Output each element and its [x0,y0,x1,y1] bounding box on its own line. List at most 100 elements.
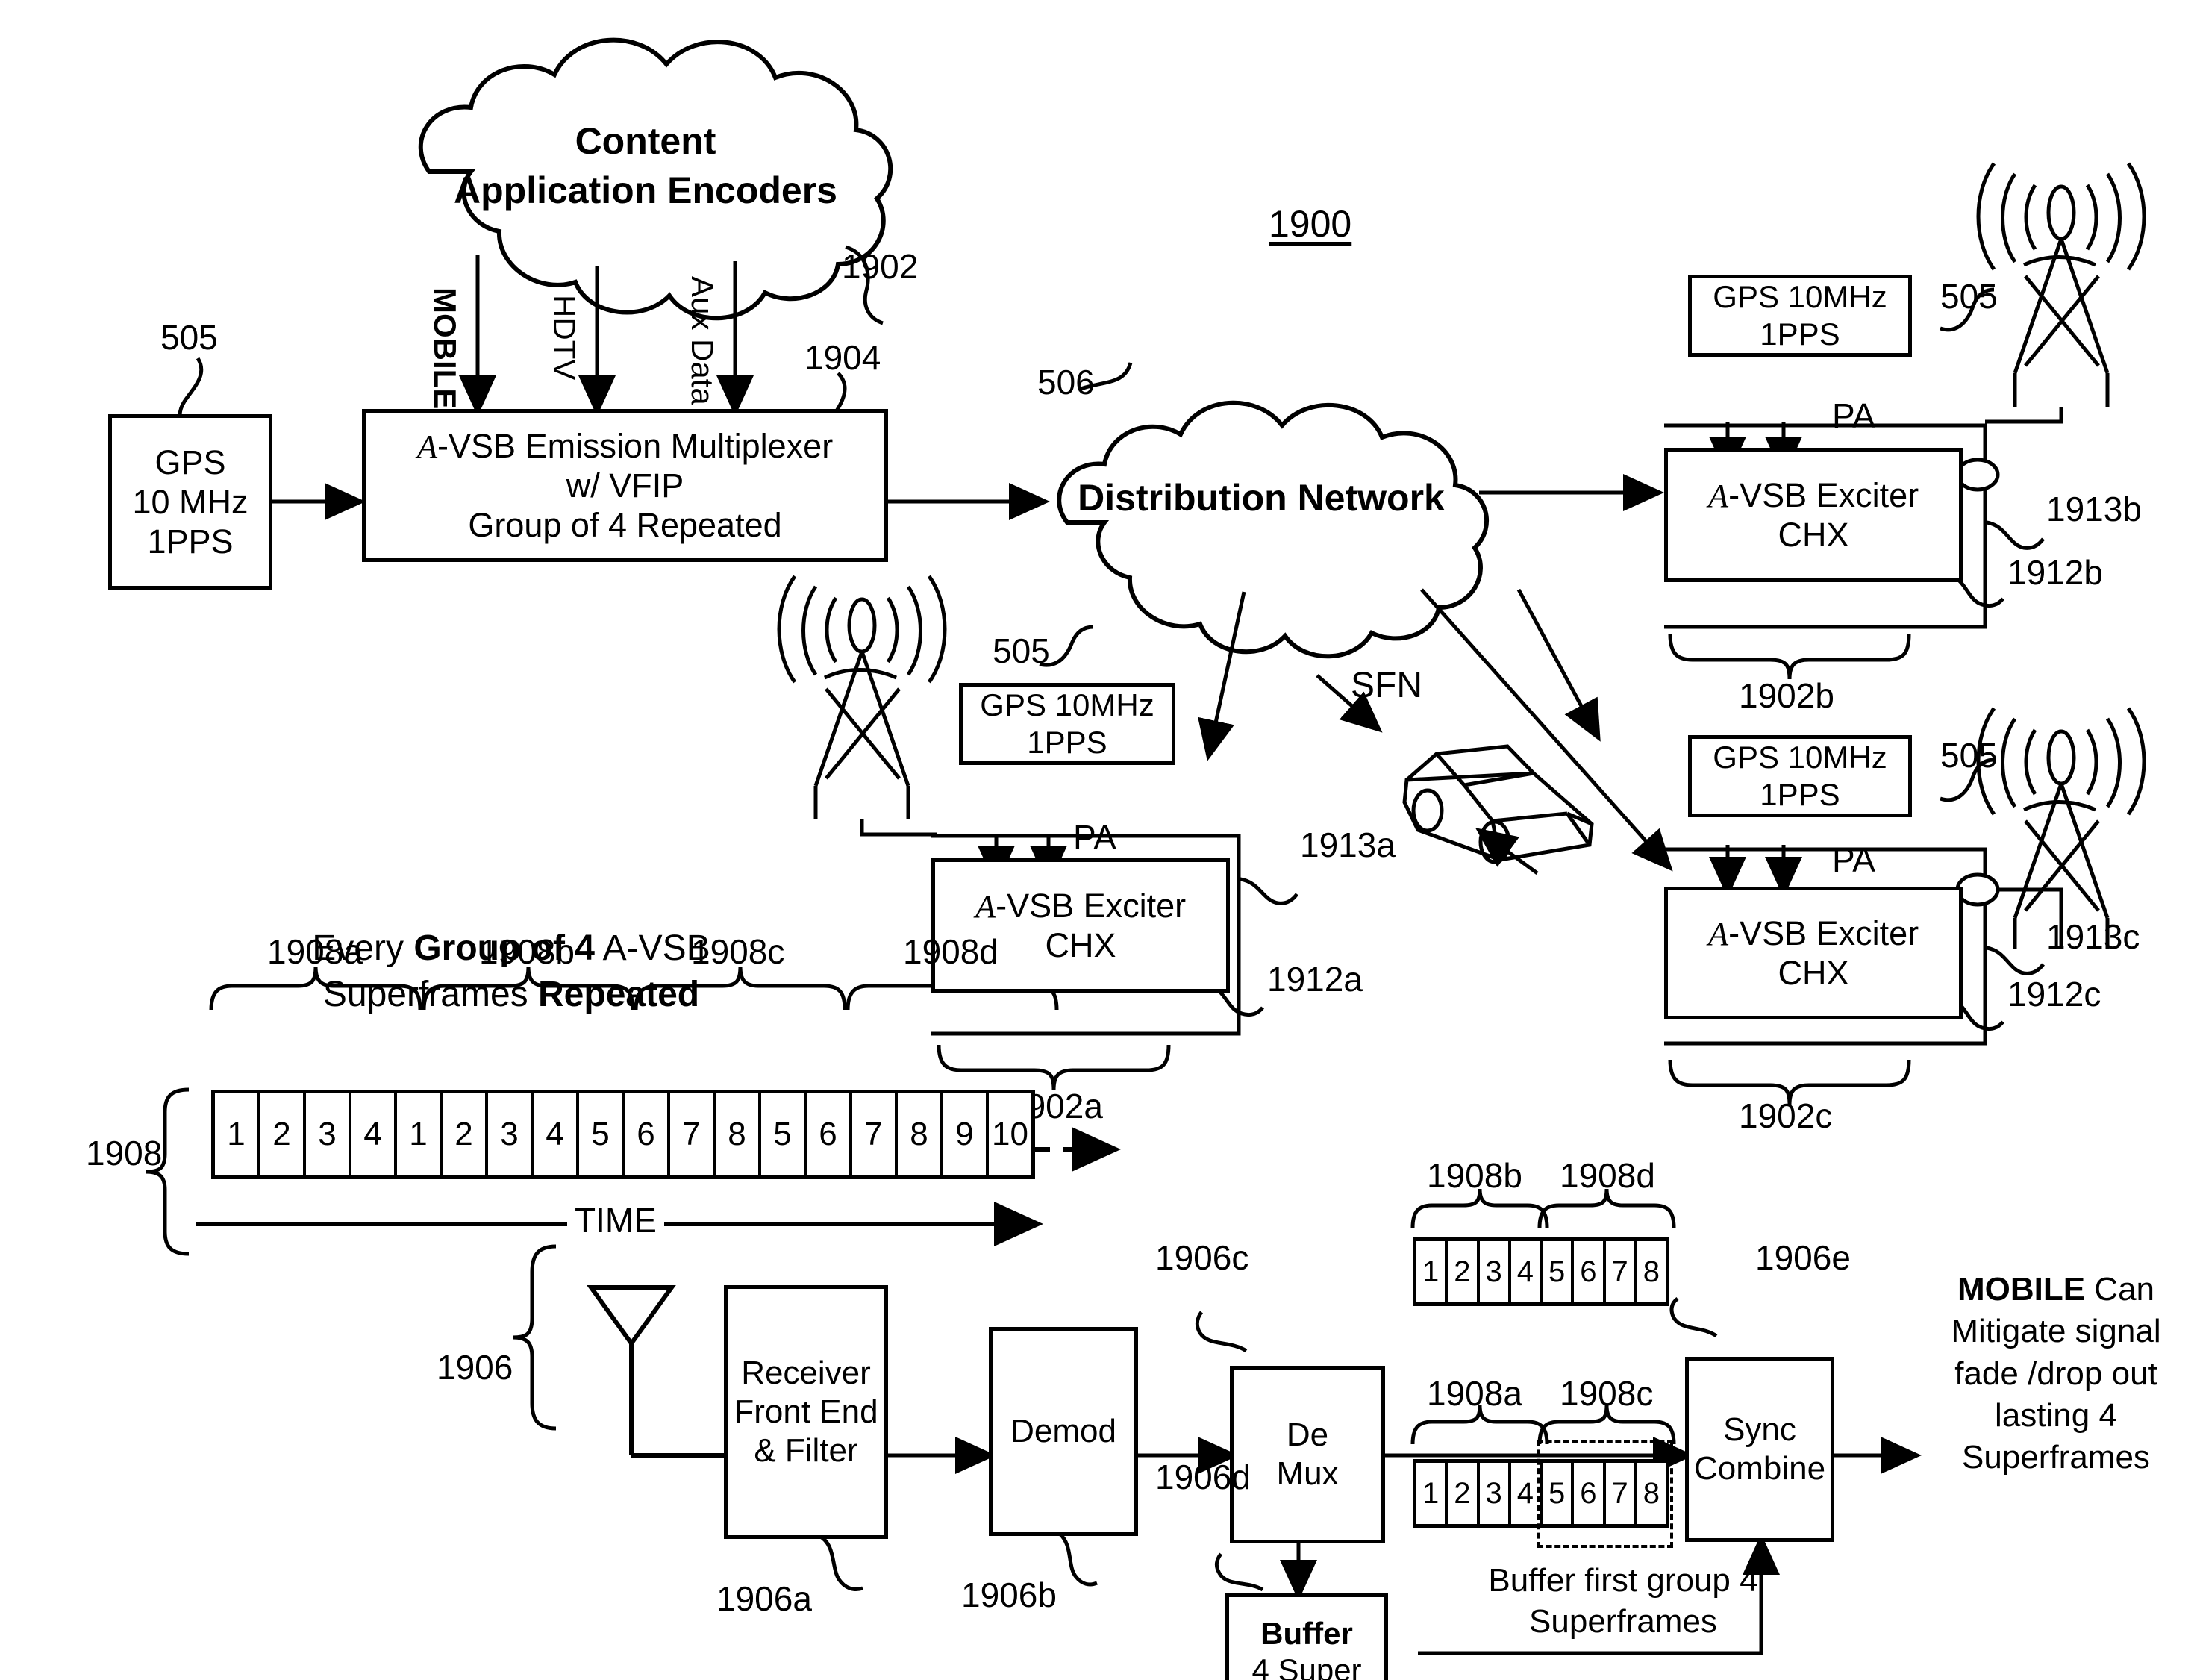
gps-c-line1: GPS 10MHz [1713,740,1887,775]
superframe-cell: 3 [1479,1463,1511,1524]
antenna-tower-c [1976,707,2146,949]
top-strip-group-left-label: 1908b [1427,1156,1522,1195]
front-end-line2: Front End [734,1393,878,1431]
superframe-cell: 1 [215,1093,260,1175]
output-note-line4: lasting 4 [1995,1396,2117,1434]
pa-label-c: PA [1832,840,1875,879]
output-note-line3: fade /drop out [1954,1355,2157,1392]
superframe-cell: 1 [1416,1241,1448,1302]
superframe-cell: 9 [943,1093,989,1175]
front-end-line1: Receiver [741,1355,871,1392]
gps-a-line2: 1PPS [1027,725,1107,760]
gps-a-line1: GPS 10MHz [980,687,1154,723]
superframe-cell: 3 [488,1093,534,1175]
superframe-cell: 10 [989,1093,1031,1175]
distribution-cloud-label: Distribution Network [1078,477,1445,519]
receiver-front-end-box: Receiver Front End & Filter [724,1285,888,1539]
buffered-group-highlight [1537,1440,1673,1548]
pa-label-b: PA [1832,396,1875,435]
output-note-line5: Superframes [1962,1439,2150,1476]
buffer-note-line2: Superframes [1529,1603,1717,1640]
ref-1912a: 1912a [1267,960,1363,999]
gps-source-line3: 1PPS [147,522,234,561]
gps-box-b: GPS 10MHz 1PPS [1688,275,1912,357]
ref-506: 506 [1037,363,1095,402]
buffer-note: Buffer first group 4 Superframes [1466,1560,1780,1642]
ref-505-a: 505 [993,631,1050,670]
superframe-cell: 4 [1510,1241,1543,1302]
superframe-cell: 7 [852,1093,898,1175]
antenna-tower-a [777,575,947,819]
superframe-cell: 6 [807,1093,852,1175]
superframe-cell: 8 [716,1093,761,1175]
gps-c-line2: 1PPS [1760,777,1840,812]
superframe-cell: 8 [1637,1241,1666,1302]
superframe-timeline-strip: 1 2 3 4 1 2 3 4 5 6 7 8 5 6 7 8 9 10 [211,1090,1035,1179]
superframe-cell: 7 [670,1093,716,1175]
receiver-brace [512,1244,557,1431]
exciter-c-line1: A-VSB Exciter [1707,914,1919,952]
patent-figure-1900: 1900 Content Application Encoders 1902 M… [0,0,2197,1680]
ref-1906: 1906 [437,1348,513,1387]
demod-box: Demod [989,1327,1138,1536]
feed-label-hdtv: HDTV [547,295,582,381]
gps-box-c: GPS 10MHz 1PPS [1688,735,1912,817]
ref-1902b: 1902b [1739,676,1834,715]
received-superframes-top-strip: 12345678 [1413,1237,1669,1306]
ref-505-b: 505 [1940,277,1998,316]
ref-1906c: 1906c [1155,1238,1249,1277]
ref-1906d: 1906d [1155,1458,1251,1496]
exciter-box-a: A-VSB Exciter CHX [931,858,1230,993]
gps-box-a: GPS 10MHz 1PPS [959,683,1175,765]
buffer-line2: 4 Super [1251,1652,1362,1680]
encoders-cloud-line2: Application Encoders [454,169,837,211]
gps-b-line1: GPS 10MHz [1713,279,1887,315]
ref-1902c: 1902c [1739,1096,1833,1135]
gps-source-box: GPS 10 MHz 1PPS [108,414,272,590]
superframe-cell: 5 [579,1093,625,1175]
ref-1912b: 1912b [2007,553,2103,592]
ref-505-c: 505 [1940,736,1998,775]
ref-1906e: 1906e [1755,1238,1851,1277]
exciter-box-b: A-VSB Exciter CHX [1664,448,1963,582]
mobile-output-note: MOBILE Can Mitigate signal fade /drop ou… [1918,1269,2194,1479]
encoders-cloud-line1: Content [575,120,716,162]
demux-line1: De [1286,1417,1329,1454]
bottom-strip-group-left-label: 1908a [1427,1374,1522,1413]
exciter-box-c: A-VSB Exciter CHX [1664,887,1963,1019]
superframe-cell: 6 [625,1093,670,1175]
timeline-caption-line2: Superframes Repeated [322,975,700,1015]
multiplexer-line1: A-VSB Emission Multiplexer [416,426,834,465]
superframe-cell: 2 [1448,1463,1480,1524]
antenna-tower-b [1976,162,2146,407]
buffer-line1: Buffer [1260,1615,1353,1651]
superframe-cell: 1 [397,1093,443,1175]
ref-1904: 1904 [804,338,881,377]
ref-1906a: 1906a [716,1579,812,1618]
group-label-1908b: 1908b [479,932,575,971]
ref-1906b: 1906b [961,1576,1057,1614]
ref-1913a: 1913a [1300,825,1396,864]
pa-label-a: PA [1073,818,1116,857]
time-axis-label: TIME [567,1200,664,1242]
exciter-c-line2: CHX [1778,954,1849,993]
gps-source-line1: GPS [154,443,226,481]
superframe-cell: 4 [534,1093,579,1175]
emission-multiplexer-box: A-VSB Emission Multiplexer w/ VFIP Group… [362,409,888,562]
demux-line2: Mux [1276,1455,1339,1492]
distribution-cloud-shape [1057,400,1489,659]
buffer-box: Buffer 4 Super Frames [1225,1593,1388,1680]
exciter-b-line1: A-VSB Exciter [1707,475,1919,514]
car-illustration [1402,744,1594,864]
feed-label-mobile: MOBILE [428,287,463,410]
receiver-antenna [587,1285,724,1458]
superframe-cell: 3 [306,1093,351,1175]
ref-1912c: 1912c [2007,975,2101,1014]
superframe-cell: 6 [1574,1241,1606,1302]
sync-combine-line1: Sync [1723,1411,1796,1449]
sync-combine-line2: Combine [1693,1450,1826,1487]
multiplexer-line2: w/ VFIP [566,466,684,505]
ref-1908-stream: 1908 [86,1134,163,1172]
demux-box: De Mux [1230,1366,1385,1543]
gps-b-line2: 1PPS [1760,316,1840,352]
